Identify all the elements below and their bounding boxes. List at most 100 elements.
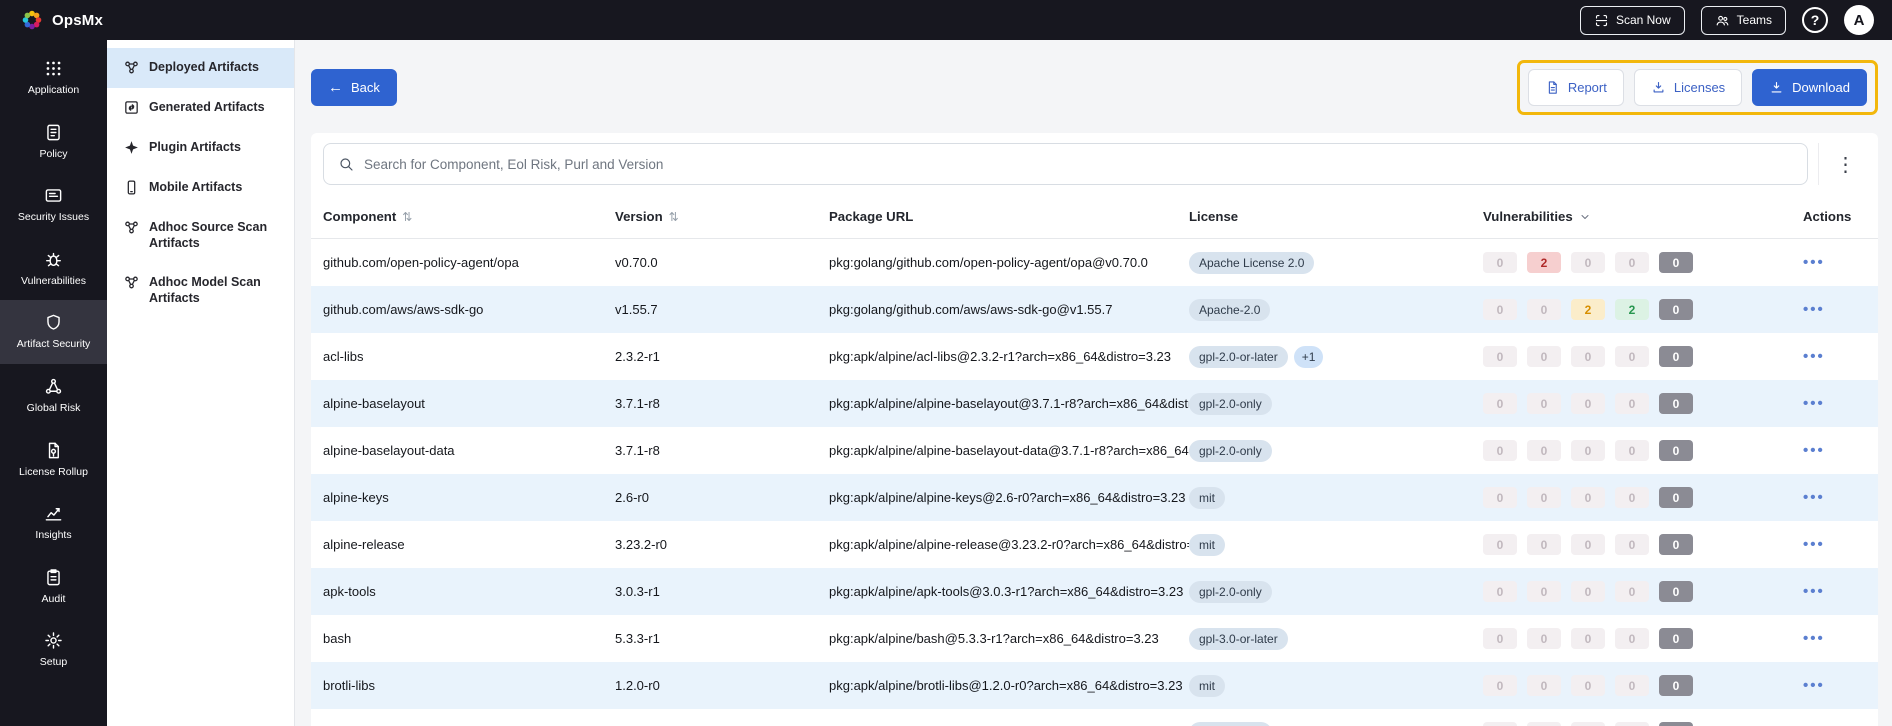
vulnerabilities-cell: 00000: [1483, 722, 1803, 726]
column-header-version[interactable]: Version⇅: [615, 209, 829, 224]
sidebar-item-global-risk[interactable]: Global Risk: [0, 364, 107, 428]
sidebar-item-license-rollup[interactable]: License Rollup: [0, 428, 107, 492]
column-header-package-url: Package URL: [829, 209, 1189, 224]
column-label: Package URL: [829, 209, 913, 224]
component-cell[interactable]: bash: [323, 631, 615, 646]
avatar-label: A: [1854, 12, 1865, 29]
vulnerabilities-cell: 00000: [1483, 628, 1803, 649]
avatar[interactable]: A: [1844, 5, 1874, 35]
sidebar-item-vulnerabilities[interactable]: Vulnerabilities: [0, 237, 107, 301]
component-cell[interactable]: acl-libs: [323, 349, 615, 364]
sidebar-item-setup[interactable]: Setup: [0, 618, 107, 682]
row-actions-button[interactable]: •••: [1803, 254, 1825, 271]
artifact-nav-item-mobile-artifacts[interactable]: Mobile Artifacts: [107, 168, 294, 208]
row-actions-button[interactable]: •••: [1803, 348, 1825, 365]
artifact-nav-item-adhoc-model-scan-artifacts[interactable]: Adhoc Model Scan Artifacts: [107, 263, 294, 318]
sidebar-item-label: Policy: [39, 148, 67, 161]
actions-cell: •••: [1803, 254, 1866, 271]
table-row: alpine-baselayout-data3.7.1-r8pkg:apk/al…: [311, 427, 1878, 474]
sidebar-item-artifact-security[interactable]: Artifact Security: [0, 300, 107, 364]
vuln-badge-high: 0: [1527, 628, 1561, 649]
report-button[interactable]: Report: [1528, 69, 1624, 106]
scan-now-button[interactable]: Scan Now: [1580, 6, 1685, 35]
search-row: ⋮: [311, 133, 1878, 195]
teams-button[interactable]: Teams: [1701, 6, 1786, 35]
component-cell[interactable]: alpine-baselayout: [323, 396, 615, 411]
vulnerabilities-cell: 02000: [1483, 252, 1803, 273]
setup-icon: [44, 631, 63, 650]
actions-cell: •••: [1803, 395, 1866, 412]
license-cell: mit: [1189, 675, 1483, 697]
sidebar-item-security-issues[interactable]: Security Issues: [0, 173, 107, 237]
topbar: OpsMx Scan Now Teams ? A: [0, 0, 1892, 40]
column-header-vulnerabilities[interactable]: Vulnerabilities: [1483, 209, 1803, 224]
artifact-nav-label: Deployed Artifacts: [149, 60, 259, 76]
more-options-button[interactable]: ⋮: [1818, 143, 1872, 185]
sidebar-item-application[interactable]: Application: [0, 46, 107, 110]
vuln-badge-medium: 0: [1571, 722, 1605, 726]
sidebar-item-policy[interactable]: Policy: [0, 110, 107, 174]
help-button[interactable]: ?: [1802, 7, 1828, 33]
sidebar-item-label: Global Risk: [27, 402, 81, 415]
license-pill: gpl-2.0-only: [1189, 393, 1272, 415]
component-cell[interactable]: brotli-libs: [323, 678, 615, 693]
sidebar-item-insights[interactable]: Insights: [0, 491, 107, 555]
back-label: Back: [351, 80, 380, 95]
highlight-annotation: Report Licenses Download: [1517, 60, 1878, 115]
package-url-cell: pkg:apk/alpine/acl-libs@2.3.2-r1?arch=x8…: [829, 349, 1189, 364]
brand[interactable]: OpsMx: [20, 8, 103, 32]
row-actions-button[interactable]: •••: [1803, 301, 1825, 318]
row-actions-button[interactable]: •••: [1803, 442, 1825, 459]
license-cell: mit: [1189, 534, 1483, 556]
artifact-nav-item-generated-artifacts[interactable]: Generated Artifacts: [107, 88, 294, 128]
component-cell[interactable]: alpine-release: [323, 537, 615, 552]
row-actions-button[interactable]: •••: [1803, 630, 1825, 647]
version-cell: v1.55.7: [615, 302, 829, 317]
license-pill: gpl-2.0-only: [1189, 440, 1272, 462]
extra-licenses-pill[interactable]: +1: [1294, 346, 1324, 368]
component-cell[interactable]: alpine-keys: [323, 490, 615, 505]
component-cell[interactable]: apk-tools: [323, 584, 615, 599]
component-cell[interactable]: alpine-baselayout-data: [323, 443, 615, 458]
artifact-nav-item-plugin-artifacts[interactable]: Plugin Artifacts: [107, 128, 294, 168]
table-row: alpine-keys2.6-r0pkg:apk/alpine/alpine-k…: [311, 474, 1878, 521]
vuln-badge-high: 0: [1527, 487, 1561, 508]
vulnerabilities-cell: 00000: [1483, 346, 1803, 367]
search-box: [323, 143, 1808, 185]
vuln-badge-low: 0: [1615, 346, 1649, 367]
search-input[interactable]: [364, 157, 1793, 172]
licenses-button[interactable]: Licenses: [1634, 69, 1742, 106]
vuln-badge-medium: 0: [1571, 440, 1605, 461]
sidebar-item-label: Application: [28, 84, 79, 97]
audit-icon: [44, 568, 63, 587]
sidebar-item-audit[interactable]: Audit: [0, 555, 107, 619]
brand-name: OpsMx: [52, 12, 103, 29]
plugin-artifacts-icon: [123, 139, 140, 156]
row-actions-button[interactable]: •••: [1803, 677, 1825, 694]
row-actions-button[interactable]: •••: [1803, 395, 1825, 412]
insights-icon: [44, 504, 63, 523]
artifact-nav-item-deployed-artifacts[interactable]: Deployed Artifacts: [107, 48, 294, 88]
download-button[interactable]: Download: [1752, 69, 1867, 106]
component-cell[interactable]: github.com/open-policy-agent/opa: [323, 255, 615, 270]
license-rollup-icon: [44, 441, 63, 460]
version-cell: v0.70.0: [615, 255, 829, 270]
row-actions-button[interactable]: •••: [1803, 489, 1825, 506]
row-actions-button[interactable]: •••: [1803, 536, 1825, 553]
column-header-component[interactable]: Component⇅: [323, 209, 615, 224]
teams-label: Teams: [1737, 13, 1772, 27]
actions-cell: •••: [1803, 489, 1866, 506]
vuln-badge-medium: 0: [1571, 346, 1605, 367]
artifact-nav-label: Generated Artifacts: [149, 100, 265, 116]
artifact-nav: Deployed Artifacts Generated Artifacts Plu…: [107, 40, 295, 726]
vuln-badge-high: 0: [1527, 581, 1561, 602]
license-cell: gpl-2.0-or-later+1: [1189, 346, 1483, 368]
component-cell[interactable]: github.com/aws/aws-sdk-go: [323, 302, 615, 317]
table-row: brotli-libs1.2.0-r0pkg:apk/alpine/brotli…: [311, 662, 1878, 709]
column-label: Component: [323, 209, 396, 224]
back-button[interactable]: ← Back: [311, 69, 397, 106]
row-actions-button[interactable]: •••: [1803, 583, 1825, 600]
artifact-nav-label: Adhoc Model Scan Artifacts: [149, 275, 284, 306]
licenses-icon: [1651, 80, 1666, 95]
artifact-nav-item-adhoc-source-scan-artifacts[interactable]: Adhoc Source Scan Artifacts: [107, 208, 294, 263]
